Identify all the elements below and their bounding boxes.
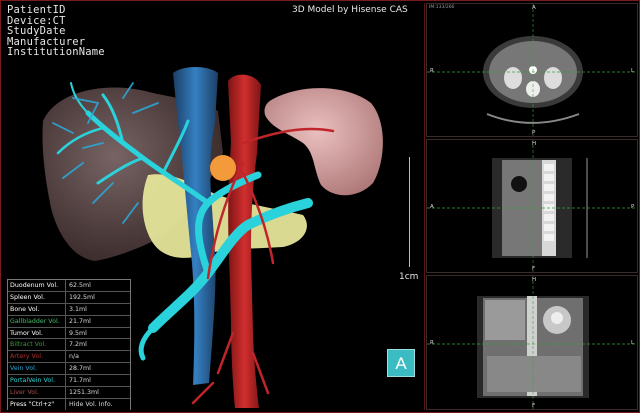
volume-row: Vein Vol. 28.7ml (8, 363, 130, 376)
patient-info-overlay: PatientID Device:CT StudyDate Manufactur… (7, 5, 105, 58)
volume-row-value: 192.5ml (69, 293, 95, 301)
axial-slice-panel[interactable]: IM:133/266 A P R L (426, 3, 638, 137)
volume-row-value: 1251.3ml (69, 388, 99, 396)
coronal-ct-image[interactable] (427, 276, 638, 410)
volume-row: PortalVein Vol. 71.7ml (8, 375, 130, 388)
volume-row-label: Tumor Vol. (8, 327, 66, 339)
volume-row: Artery Vol. n/a (8, 351, 130, 364)
patient-id-label: PatientID (7, 4, 66, 16)
coronal-slice-panel[interactable]: H F R L (426, 275, 638, 410)
coronal-orient-left: R (430, 340, 434, 346)
volume-row-value: 62.5ml (69, 281, 91, 289)
coronal-orient-bottom: F (532, 403, 536, 409)
sagittal-slice-panel[interactable]: H F A P (426, 139, 638, 273)
axial-orient-bottom: P (532, 130, 536, 136)
volume-row: Gallbladder Vol. 21.7ml (8, 315, 130, 328)
volume-row: Liver Vol. 1251.3ml (8, 387, 130, 399)
sagittal-ct-image[interactable] (427, 140, 638, 273)
volume-row: Bone Vol. 3.1ml (8, 303, 130, 316)
view-orientation-badge[interactable]: A (387, 349, 415, 377)
sagittal-orient-right: P (631, 204, 635, 210)
volume-row-label: Gallbladder Vol. (8, 315, 66, 327)
volume-row-value: 7.2ml (69, 341, 87, 349)
volume-row-label: Bone Vol. (8, 303, 66, 315)
volume-row-value: 71.7ml (69, 377, 91, 385)
volume-row-label: Artery Vol. (8, 351, 66, 363)
model-title: 3D Model by Hisense CAS (292, 5, 408, 15)
volume-row-label: Press "Ctrl+z" (8, 398, 66, 410)
scale-bar (403, 157, 410, 267)
tumor-mesh (210, 155, 236, 181)
3d-model-viewport[interactable]: PatientID Device:CT StudyDate Manufactur… (3, 3, 425, 410)
axial-orient-right: L (631, 68, 635, 74)
volume-row-value: 9.5ml (69, 329, 87, 337)
volume-row-label: Biltract Vol. (8, 339, 66, 351)
sagittal-orient-left: A (430, 204, 434, 210)
volume-row: Duodenum Vol. 62.5ml (8, 280, 130, 292)
volume-row: Biltract Vol. 7.2ml (8, 339, 130, 352)
axial-slice-index: IM:133/266 (429, 5, 455, 10)
coronal-orient-right: L (631, 340, 635, 346)
axial-ct-image[interactable] (427, 4, 638, 137)
volume-row-label: Duodenum Vol. (8, 280, 66, 291)
volume-row-value: Hide Vol. Info. (69, 400, 113, 408)
volume-row-label: Vein Vol. (8, 363, 66, 375)
spleen-mesh (264, 88, 383, 196)
volume-row: Press "Ctrl+z" Hide Vol. Info. (8, 398, 130, 410)
slice-panel-column: IM:133/266 A P R L H F A P H F R L (426, 3, 638, 410)
coronal-orient-top: H (532, 277, 537, 283)
scale-bar-label: 1cm (399, 272, 419, 282)
sagittal-orient-bottom: F (532, 266, 536, 272)
axial-orient-top: A (532, 5, 536, 11)
volume-row-label: PortalVein Vol. (8, 375, 66, 387)
app-frame: PatientID Device:CT StudyDate Manufactur… (0, 0, 640, 413)
volume-info-table: Duodenum Vol. 62.5ml Spleen Vol. 192.5ml Bon… (7, 279, 131, 410)
volume-row-value: n/a (69, 353, 79, 361)
sagittal-orient-top: H (532, 141, 537, 147)
volume-row-label: Spleen Vol. (8, 291, 66, 303)
axial-orient-left: R (430, 68, 434, 74)
volume-row-value: 28.7ml (69, 365, 91, 373)
volume-row: Spleen Vol. 192.5ml (8, 291, 130, 304)
volume-row: Tumor Vol. 9.5ml (8, 327, 130, 340)
institution-name-label: InstitutionName (7, 46, 105, 59)
volume-row-label: Liver Vol. (8, 387, 66, 398)
volume-row-value: 3.1ml (69, 305, 87, 313)
volume-row-value: 21.7ml (69, 317, 91, 325)
